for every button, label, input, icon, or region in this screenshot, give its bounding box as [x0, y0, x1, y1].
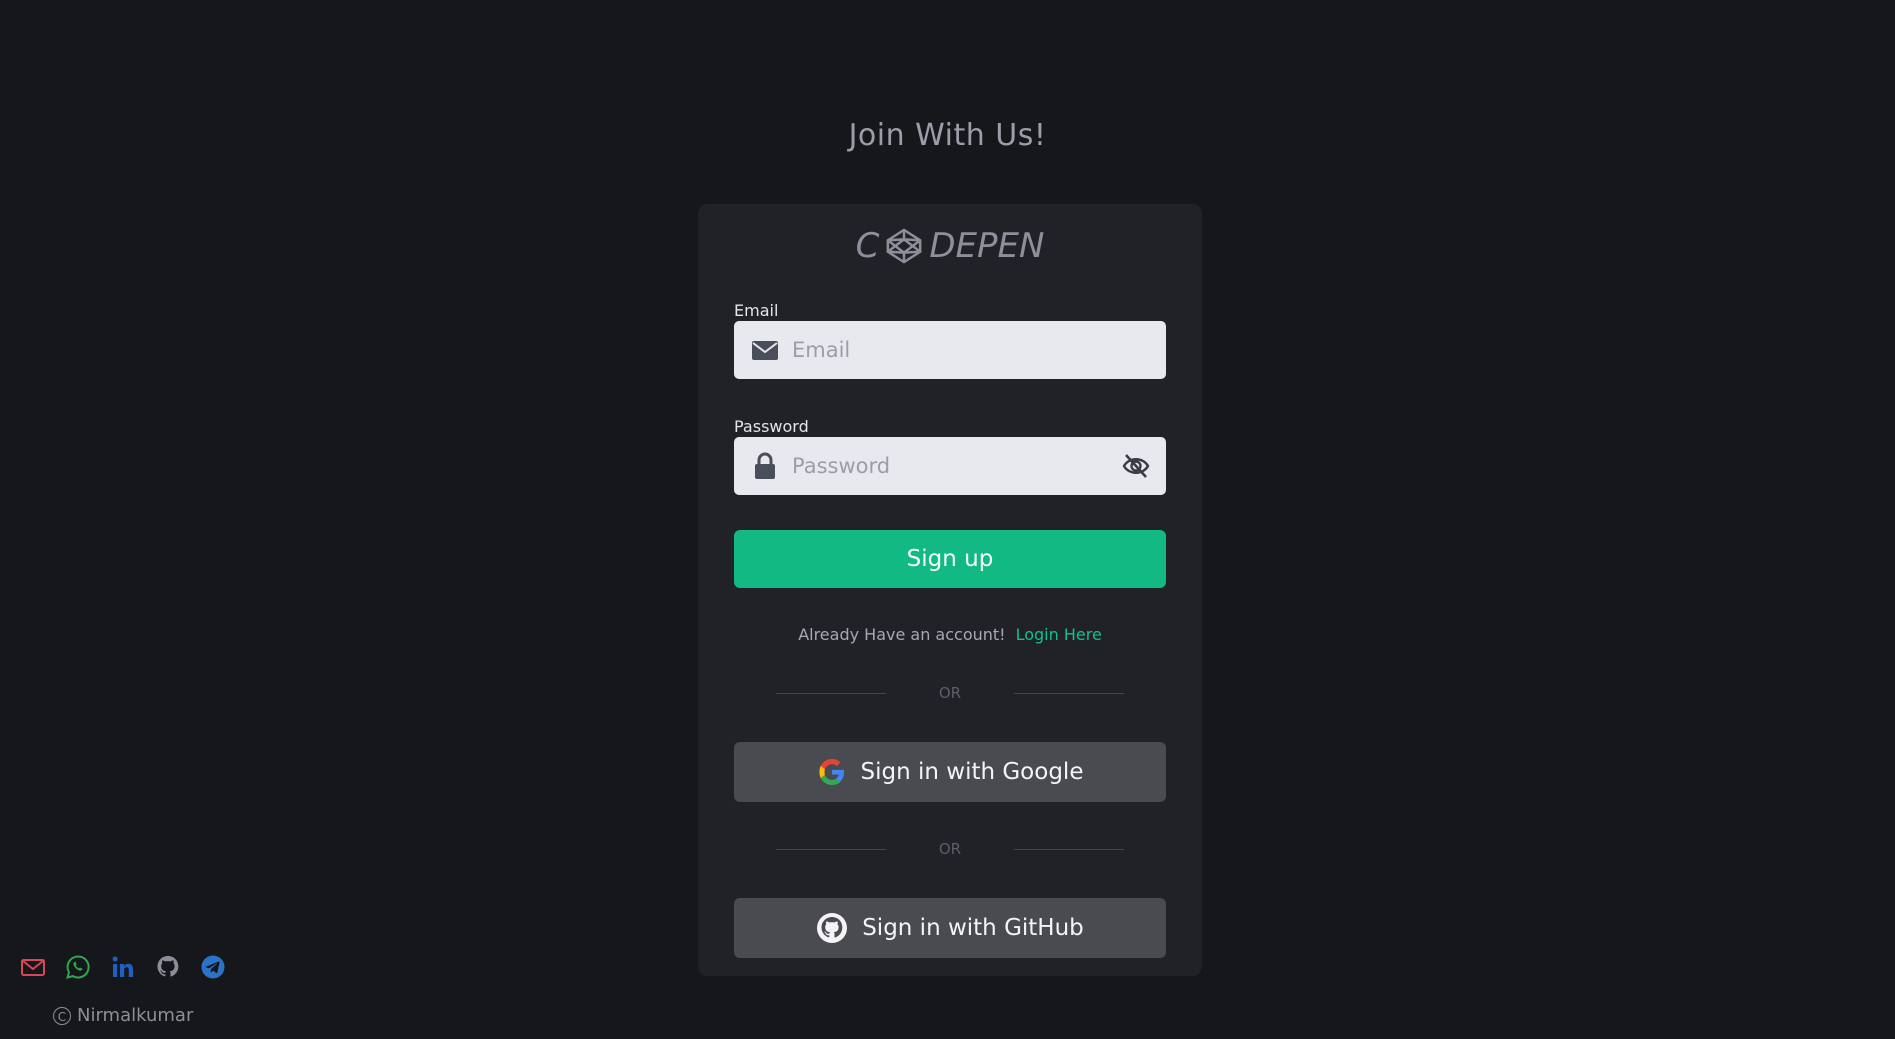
social-links: [20, 954, 245, 980]
lock-icon: [755, 452, 775, 479]
github-icon: [817, 913, 848, 943]
copyright-name: Nirmalkumar: [77, 1005, 194, 1026]
google-signin-label: Sign in with Google: [860, 759, 1084, 785]
github-signin-label: Sign in with GitHub: [862, 915, 1084, 941]
copyright: C Nirmalkumar: [53, 1005, 193, 1026]
signup-button[interactable]: Sign up: [734, 530, 1166, 588]
github-signin-button[interactable]: Sign in with GitHub: [734, 898, 1166, 958]
password-label: Password: [734, 417, 809, 436]
envelope-icon: [752, 341, 778, 360]
whatsapp-icon[interactable]: [65, 954, 91, 980]
google-signin-button[interactable]: Sign in with Google: [734, 742, 1166, 802]
email-input[interactable]: [792, 321, 1122, 379]
password-input[interactable]: [792, 437, 1122, 495]
linkedin-icon[interactable]: [110, 954, 136, 980]
codepen-cube-icon: [886, 228, 922, 264]
divider-line: [1014, 849, 1124, 850]
github-icon[interactable]: [155, 954, 181, 980]
password-field[interactable]: [734, 437, 1166, 495]
signup-card: C DEPEN Email Password: [698, 204, 1202, 976]
login-link[interactable]: Login Here: [1016, 625, 1102, 644]
account-prompt-text: Already Have an account!: [798, 625, 1006, 644]
eye-slash-icon[interactable]: [1122, 453, 1150, 479]
email-label: Email: [734, 301, 779, 320]
divider-line: [1014, 693, 1124, 694]
page-title: Join With Us!: [848, 118, 1047, 153]
login-prompt: Already Have an account! Login Here: [698, 625, 1202, 644]
or-divider: OR: [776, 683, 1124, 703]
email-field[interactable]: [734, 321, 1166, 379]
logo-prefix: C: [855, 226, 880, 266]
copyright-icon: C: [53, 1006, 71, 1025]
logo-suffix: DEPEN: [929, 226, 1045, 266]
codepen-logo: C DEPEN: [698, 222, 1202, 270]
google-icon: [818, 759, 844, 785]
or-divider: OR: [776, 839, 1124, 859]
mail-icon[interactable]: [20, 954, 46, 980]
telegram-icon[interactable]: [200, 954, 226, 980]
